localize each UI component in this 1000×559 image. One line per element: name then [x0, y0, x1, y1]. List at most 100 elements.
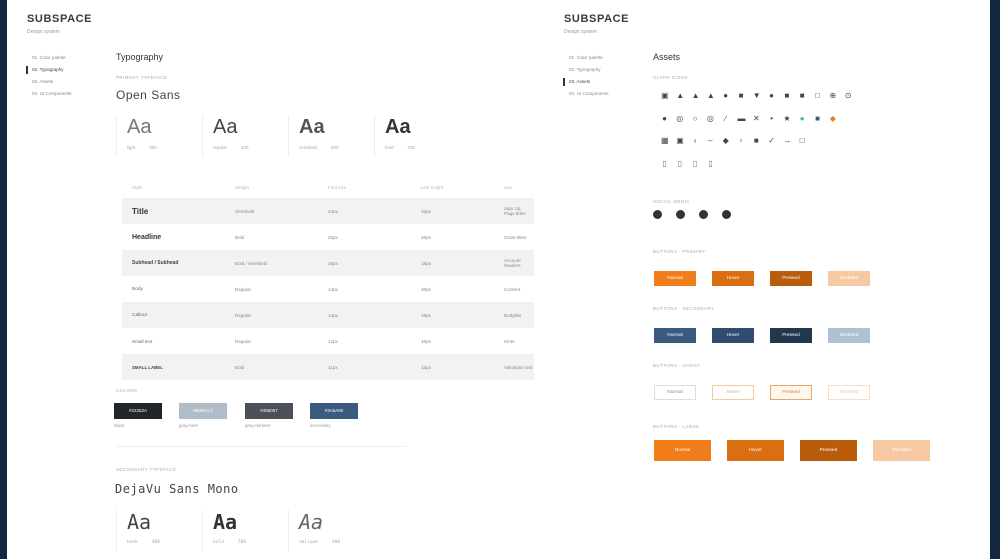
- help-icon: ●: [723, 91, 729, 100]
- brand-title: SUBSPACE: [27, 13, 93, 25]
- swatch-label: secondary: [310, 423, 331, 428]
- weight-value: 400: [151, 540, 160, 545]
- doc-edit-icon: ▯: [677, 158, 682, 168]
- nav-item-typography[interactable]: 02. Typography: [26, 64, 72, 76]
- globe-icon[interactable]: [699, 210, 708, 219]
- doc-check-icon: ▯: [692, 158, 698, 168]
- table-row: Title Semibold 24px 32px Sign Up, Page t…: [122, 198, 534, 224]
- swatch-label: gray-darkest: [245, 423, 271, 428]
- table-row: Small text Regular 12px 16px Hints: [122, 328, 534, 354]
- style-cell: Title: [122, 198, 225, 224]
- pencil-icon: ∕: [725, 113, 727, 123]
- right-nav: 01. Color palette 02. Typography 03. Ass…: [563, 52, 609, 100]
- arrow-icon: →: [783, 136, 792, 145]
- nav-item-ui-components[interactable]: 04. UI Components: [563, 88, 609, 100]
- weight-sample: Aa: [127, 510, 152, 534]
- weight-sample: Aa: [127, 116, 152, 138]
- primary-weights: Aa light 300 Aa regular 400 Aa semibold 600…: [116, 115, 546, 159]
- style-cell: Callout: [122, 302, 225, 328]
- weight-value: 300: [149, 145, 157, 150]
- bell-icon: ▲: [691, 91, 700, 100]
- weight-sample: Aa: [299, 510, 324, 534]
- table-cell: 20px: [421, 286, 431, 292]
- weight-label: bold: [213, 540, 224, 545]
- large-button-disabled: Disabled: [873, 440, 930, 461]
- secondary-typeface-caption: SECONDARY TYPEFACE: [116, 467, 177, 472]
- weight-sample: Aa: [213, 116, 238, 138]
- primary-button-hover[interactable]: Hover: [712, 271, 754, 286]
- user-add-icon: ▲: [676, 91, 685, 100]
- table-cell: Regular: [225, 302, 318, 328]
- design-system-canvas: SUBSPACE Design system 01. Color palette…: [7, 0, 990, 559]
- large-button-pressed[interactable]: Pressed: [800, 440, 857, 461]
- plus-circle-icon: ⊕: [829, 91, 837, 100]
- swatch-black: #22252A: [114, 403, 162, 419]
- mono-weight-oblique: Aa oblique 400: [288, 510, 340, 552]
- shield-icon: ◆: [722, 136, 729, 145]
- secondary-button-hover[interactable]: Hover: [712, 328, 754, 343]
- secondary-button-disabled: Disabled: [828, 328, 870, 343]
- secondary-button-normal[interactable]: Normal: [654, 328, 696, 343]
- nav-item-color-palette[interactable]: 01. Color palette: [563, 52, 609, 64]
- table-cell: Validation text: [494, 354, 534, 380]
- ghost-button-pressed[interactable]: Pressed: [770, 385, 812, 400]
- table-cell: 12px: [328, 338, 338, 344]
- table-row: Subhead / Subhead Bold / Semibold 16px 1…: [122, 250, 534, 276]
- twitter-icon[interactable]: [722, 210, 731, 219]
- message-icon: ■: [799, 91, 805, 100]
- secondary-weights: Aa book 400 Aa bold 700 Aa oblique 400: [116, 510, 416, 554]
- table-row: Callout Regular 14px 18px Bodylike: [122, 302, 534, 328]
- table-cell: 28px: [421, 234, 431, 240]
- person-icon: ●: [769, 91, 775, 100]
- nav-item-color-palette[interactable]: 01. Color palette: [26, 52, 72, 64]
- ghost-button-hover[interactable]: Hover: [712, 385, 754, 400]
- colors-caption: COLORS: [116, 388, 138, 393]
- table-cell: 18px: [411, 302, 494, 328]
- table-cell: 16px: [421, 338, 431, 344]
- table-cell: 14px: [318, 302, 411, 328]
- nav-item-ui-components[interactable]: 04. UI Components: [26, 88, 72, 100]
- table-row: Body Regular 14px 20px Content: [122, 276, 534, 302]
- secondary-button-pressed[interactable]: Pressed: [770, 328, 812, 343]
- ghost-button-disabled: Disabled: [828, 385, 870, 400]
- table-header-row: Style Weight Font size Line height Use: [122, 176, 534, 198]
- weight-value: 600: [331, 145, 339, 150]
- flag-icon: ■: [784, 91, 790, 100]
- large-button-hover[interactable]: Hover: [727, 440, 784, 461]
- github-icon[interactable]: [653, 210, 662, 219]
- nav-item-assets[interactable]: 03. Assets: [563, 76, 609, 88]
- buttons-ghost-caption: BUTTONS · GHOST: [653, 363, 701, 368]
- style-cell: Subhead / Subhead: [122, 250, 225, 276]
- card-icon: ▬: [737, 113, 746, 123]
- section-title-typography: Typography: [116, 52, 164, 62]
- weight-value: 700: [237, 540, 246, 545]
- table-cell: Semibold: [225, 198, 318, 224]
- section-title-assets: Assets: [653, 52, 681, 62]
- nav-item-typography[interactable]: 02. Typography: [563, 64, 609, 76]
- table-cell: 13px: [411, 354, 494, 380]
- column-header: Style: [132, 184, 143, 190]
- weight-sample: Aa: [385, 116, 411, 138]
- close-icon: ✕: [752, 113, 760, 123]
- alert-icon: ▲: [706, 91, 715, 100]
- table-cell: 32px: [411, 198, 494, 224]
- buttons-large-caption: BUTTONS · LARGE: [653, 424, 700, 429]
- ghost-button-normal[interactable]: Normal: [654, 385, 696, 400]
- nav-item-assets[interactable]: 03. Assets: [26, 76, 72, 88]
- trash-icon: ■: [753, 136, 759, 145]
- social-media-caption: SOCIAL MEDIA: [653, 199, 690, 204]
- style-cell: Small text: [132, 338, 153, 344]
- primary-button-pressed[interactable]: Pressed: [770, 271, 812, 286]
- ticket-icon: ◆: [829, 113, 836, 123]
- weight-semibold: Aa semibold 600: [288, 115, 339, 157]
- large-button-normal[interactable]: Normal: [654, 440, 711, 461]
- share-icon: ‹: [693, 136, 697, 145]
- tag-icon: ■: [815, 113, 820, 123]
- check-icon: ✓: [768, 136, 775, 145]
- weight-sample: Aa: [213, 510, 238, 534]
- dribbble-icon[interactable]: [676, 210, 685, 219]
- weight-value: 700: [407, 145, 416, 150]
- primary-button-normal[interactable]: Normal: [654, 271, 696, 286]
- mono-weight-book: Aa book 400: [116, 510, 160, 552]
- table-cell: Bold: [235, 234, 245, 240]
